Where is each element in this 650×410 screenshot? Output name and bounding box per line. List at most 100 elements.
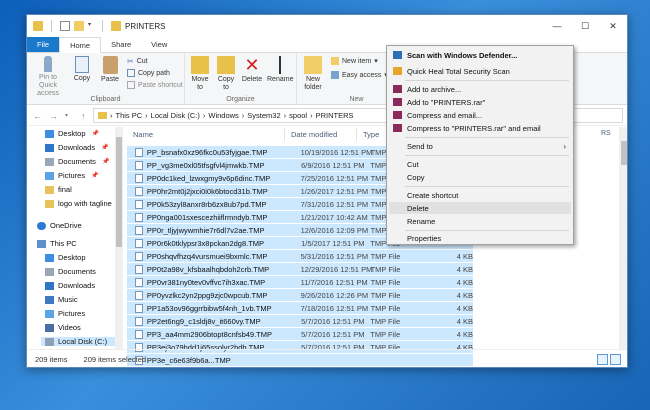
tmp-file-icon — [135, 147, 143, 157]
delete-x-icon: ✕ — [244, 55, 260, 75]
file-date: 12/29/2016 12:51 PM — [300, 264, 373, 274]
chevron-down-icon[interactable]: ▾ — [65, 112, 75, 119]
nav-scrollbar[interactable] — [115, 127, 123, 349]
tab-share[interactable]: Share — [101, 37, 141, 52]
file-row[interactable]: PP0vr381ny0tev0vffvc7ih3xac.TMP 11/7/2016… — [127, 275, 473, 288]
column-header-name[interactable]: Name — [127, 128, 285, 141]
defender-shield-icon — [393, 51, 402, 59]
menu-item-delete[interactable]: Delete — [389, 202, 571, 214]
nav-scrollbar-thumb[interactable] — [116, 137, 122, 247]
breadcrumb-printers[interactable]: PRINTERS — [316, 111, 354, 120]
new-folder-button[interactable]: New folder — [301, 56, 325, 92]
breadcrumb-system32[interactable]: System32 — [247, 111, 280, 120]
menu-item-quick-heal-scan[interactable]: Quick Heal Total Security Scan — [389, 65, 571, 77]
minimize-button[interactable]: — — [543, 15, 571, 37]
nav-item-documents-pc[interactable]: Documents — [45, 267, 96, 276]
details-view-button[interactable] — [597, 354, 608, 365]
close-button[interactable]: ✕ — [599, 15, 627, 37]
nav-item-logo-with-tagline[interactable]: logo with tagline — [45, 199, 112, 208]
menu-item-rename[interactable]: Rename — [389, 215, 571, 227]
file-row[interactable]: PP0t2a98v_kfsbaalhqbdoh2crb.TMP 12/29/201… — [127, 262, 473, 275]
breadcrumb-this-pc[interactable]: This PC — [116, 111, 143, 120]
easy-access-icon — [331, 71, 339, 79]
large-icons-view-button[interactable] — [610, 354, 621, 365]
paste-shortcut-button[interactable]: Paste shortcut — [127, 81, 183, 89]
breadcrumb-local-disk[interactable]: Local Disk (C:) — [151, 111, 200, 120]
quick-access-dropdown-icon[interactable]: ▾ — [88, 21, 94, 31]
file-scrollbar-thumb[interactable] — [621, 141, 627, 165]
downloads-icon — [45, 143, 54, 152]
menu-item-add-to-archive[interactable]: Add to archive... — [389, 83, 571, 95]
menu-item-compress-email[interactable]: Compress and email... — [389, 109, 571, 121]
chevron-down-icon: ▾ — [374, 58, 378, 65]
file-row[interactable]: PP0shqvfhzq4vursmuei9bxmlc.TMP 5/31/2016 … — [127, 249, 473, 262]
chevron-right-icon: › — [563, 141, 566, 151]
nav-item-desktop[interactable]: Desktop 📌 — [45, 129, 99, 138]
nav-item-documents[interactable]: Documents 📌 — [45, 157, 109, 166]
tab-view[interactable]: View — [141, 37, 177, 52]
rename-button[interactable]: Rename — [267, 56, 293, 84]
copy-to-button[interactable]: Copy to — [215, 56, 237, 92]
menu-item-scan-defender[interactable]: Scan with Windows Defender... — [389, 49, 571, 61]
menu-item-cut[interactable]: Cut — [389, 158, 571, 170]
folder-icon — [98, 112, 107, 119]
new-item-button[interactable]: New item ▾ — [331, 57, 378, 65]
file-row[interactable]: PP2et6ng9_c1sldj8v_it660vy.TMP 5/7/2016 1… — [127, 314, 473, 327]
winrar-icon — [393, 85, 402, 93]
tmp-file-icon — [135, 238, 143, 248]
properties-icon[interactable] — [60, 21, 70, 31]
pictures-icon — [45, 171, 54, 180]
nav-item-final[interactable]: final — [45, 185, 72, 194]
easy-access-button[interactable]: Easy access▾ — [331, 71, 388, 79]
menu-divider — [405, 155, 569, 156]
nav-item-desktop-pc[interactable]: Desktop — [45, 253, 86, 262]
file-row[interactable]: PP3_aa4mm2906btopt8cnfsb49.TMP 5/7/2016 1… — [127, 327, 473, 340]
nav-item-pictures-pc[interactable]: Pictures — [45, 309, 85, 318]
menu-item-add-to-rar[interactable]: Add to "PRINTERS.rar" — [389, 96, 571, 108]
maximize-button[interactable]: ☐ — [571, 15, 599, 37]
file-date: 5/7/2016 12:51 PM — [301, 329, 365, 339]
nav-item-pictures[interactable]: Pictures 📌 — [45, 171, 99, 180]
file-name: PP0k53zyl8anxr8rb6zx8ub7pd.TMP — [146, 199, 267, 209]
file-row[interactable]: PP0yvzlkc2yn2ppg9zjc0wpcub.TMP 9/26/2016 … — [127, 288, 473, 301]
nav-item-videos[interactable]: Videos — [45, 323, 81, 332]
file-name: PP3_aa4mm2906btopt8cnfsb49.TMP — [146, 329, 272, 339]
up-arrow-icon[interactable]: ↑ — [81, 111, 91, 121]
copy-button[interactable]: Copy — [71, 56, 93, 83]
file-row[interactable]: PP1a53ov96ggrrbibw5f4nh_1vb.TMP 7/18/2016… — [127, 301, 473, 314]
file-list-scrollbar[interactable] — [619, 127, 627, 349]
menu-item-send-to[interactable]: Send to › — [389, 140, 571, 152]
nav-item-onedrive[interactable]: OneDrive — [37, 221, 82, 230]
tmp-file-icon — [135, 225, 143, 235]
pin-quick-access-button[interactable]: Pin to Quick access — [31, 56, 65, 98]
menu-item-copy[interactable]: Copy — [389, 171, 571, 183]
file-name: PP_bsnafx0xz96fkc0u53fyjgae.TMP — [146, 147, 268, 157]
menu-item-properties[interactable]: Properties — [389, 232, 571, 244]
nav-item-local-disk[interactable]: Local Disk (C:) — [41, 337, 121, 346]
nav-item-downloads[interactable]: Downloads 📌 — [45, 143, 109, 152]
pin-icon: 📌 — [101, 145, 109, 151]
copy-path-button[interactable]: Copy path — [127, 69, 170, 77]
tab-file[interactable]: File — [27, 37, 60, 52]
delete-button[interactable]: ✕ Delete — [241, 56, 263, 84]
new-folder-icon[interactable] — [74, 21, 84, 31]
paste-button[interactable]: Paste — [97, 56, 123, 84]
breadcrumb-windows[interactable]: Windows — [208, 111, 238, 120]
nav-item-this-pc[interactable]: This PC — [37, 239, 77, 248]
nav-item-music[interactable]: Music — [45, 295, 78, 304]
forward-arrow-icon[interactable]: → — [49, 111, 59, 121]
file-size: 4 KB — [456, 251, 473, 261]
tab-home[interactable]: Home — [59, 37, 102, 53]
cut-button[interactable]: ✂ Cut — [127, 57, 148, 66]
nav-item-downloads-pc[interactable]: Downloads — [45, 281, 95, 290]
cloud-icon — [37, 221, 46, 230]
breadcrumb-spool[interactable]: spool — [289, 111, 307, 120]
size-column-fragment: RS — [601, 130, 611, 137]
move-to-button[interactable]: Move to — [189, 56, 211, 92]
menu-item-compress-rar-email[interactable]: Compress to "PRINTERS.rar" and email — [389, 122, 571, 134]
file-name: PP_vg3me0xl05tfsgfvl4jmwkb.TMP — [146, 160, 265, 170]
column-header-date[interactable]: Date modified — [285, 128, 357, 141]
back-arrow-icon[interactable]: ← — [33, 111, 43, 121]
file-size: 4 KB — [456, 264, 473, 274]
menu-item-create-shortcut[interactable]: Create shortcut — [389, 189, 571, 201]
